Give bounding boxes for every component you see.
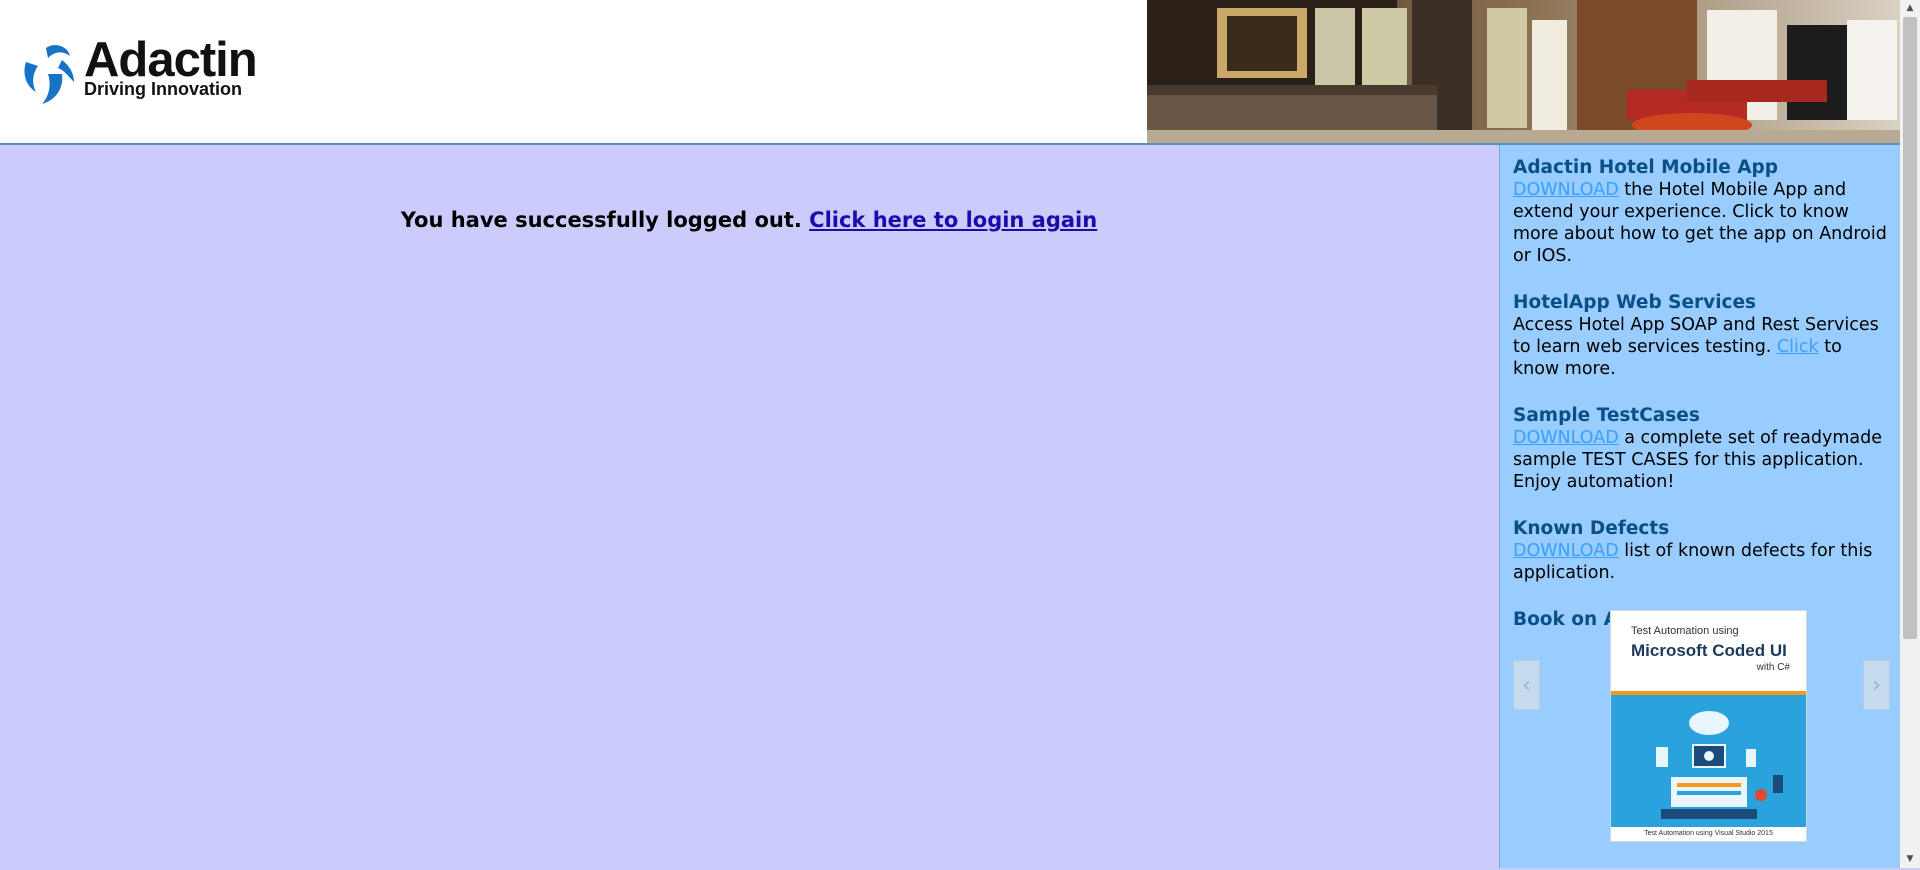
scrollbar-thumb[interactable] bbox=[1903, 17, 1917, 639]
page-header: Adactin Driving Innovation bbox=[0, 0, 1900, 145]
book-carousel: ‹ Test Automation using Microsoft Coded … bbox=[1513, 610, 1893, 870]
book-cover-line2: Microsoft Coded UI bbox=[1631, 641, 1787, 660]
book-cover-line3: with C# bbox=[1756, 662, 1790, 673]
known-defects-section: Known Defects DOWNLOAD list of known def… bbox=[1513, 518, 1893, 584]
logout-text: You have successfully logged out. bbox=[400, 208, 802, 232]
hotel-lobby-image bbox=[1147, 0, 1900, 143]
adactin-logo[interactable]: Adactin Driving Innovation bbox=[18, 33, 288, 106]
scroll-up-arrow-icon[interactable]: ▲ bbox=[1900, 0, 1920, 17]
vertical-scrollbar[interactable]: ▲ ▼ bbox=[1900, 0, 1920, 868]
logo-tagline: Driving Innovation bbox=[84, 79, 243, 99]
main-content: You have successfully logged out. Click … bbox=[0, 145, 1498, 868]
mobile-app-download-link[interactable]: DOWNLOAD bbox=[1513, 180, 1619, 200]
adactin-logo-icon bbox=[24, 45, 74, 104]
carousel-next-button[interactable]: › bbox=[1863, 660, 1890, 710]
test-cases-title: Sample TestCases bbox=[1513, 405, 1700, 426]
test-cases-download-link[interactable]: DOWNLOAD bbox=[1513, 428, 1619, 448]
carousel-prev-button[interactable]: ‹ bbox=[1513, 660, 1540, 710]
mobile-app-section: Adactin Hotel Mobile App DOWNLOAD the Ho… bbox=[1513, 157, 1893, 267]
scroll-down-arrow-icon[interactable]: ▼ bbox=[1900, 851, 1920, 868]
test-cases-section: Sample TestCases DOWNLOAD a complete set… bbox=[1513, 405, 1893, 493]
book-cover-illustration bbox=[1611, 695, 1806, 841]
book-cover-footer: Test Automation using Visual Studio 2015 bbox=[1611, 827, 1806, 841]
logout-message: You have successfully logged out. Click … bbox=[0, 208, 1498, 232]
right-sidebar: Adactin Hotel Mobile App DOWNLOAD the Ho… bbox=[1499, 145, 1901, 868]
book-cover[interactable]: Test Automation using Microsoft Coded UI… bbox=[1610, 610, 1807, 842]
web-services-section: HotelApp Web Services Access Hotel App S… bbox=[1513, 292, 1893, 380]
known-defects-download-link[interactable]: DOWNLOAD bbox=[1513, 541, 1619, 561]
mobile-app-title: Adactin Hotel Mobile App bbox=[1513, 157, 1779, 178]
chevron-right-icon: › bbox=[1872, 672, 1881, 698]
chevron-left-icon: ‹ bbox=[1522, 672, 1531, 698]
web-services-click-link[interactable]: Click bbox=[1777, 337, 1819, 357]
known-defects-title: Known Defects bbox=[1513, 518, 1670, 539]
login-again-link[interactable]: Click here to login again bbox=[809, 208, 1097, 232]
book-cover-line1: Test Automation using bbox=[1631, 625, 1739, 637]
web-services-title: HotelApp Web Services bbox=[1513, 292, 1757, 313]
